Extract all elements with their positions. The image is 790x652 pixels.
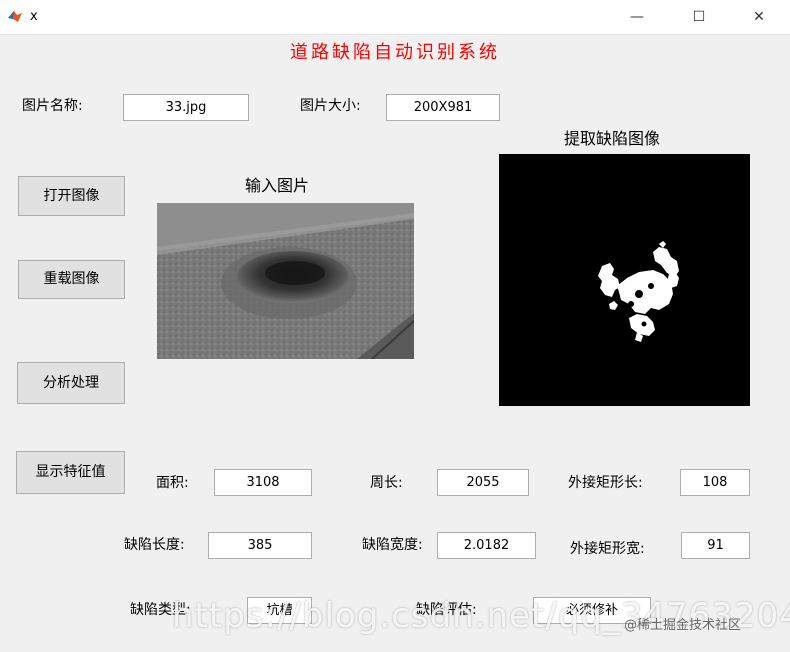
input-image-title: 输入图片: [245, 176, 310, 195]
bbox-length-field[interactable]: 108: [680, 469, 750, 496]
perimeter-label: 周长:: [370, 475, 403, 491]
defect-width-field[interactable]: 2.0182: [437, 532, 536, 559]
image-name-field[interactable]: 33.jpg: [123, 94, 249, 121]
extract-image-title: 提取缺陷图像: [564, 129, 661, 148]
open-image-button[interactable]: 打开图像: [18, 176, 125, 216]
minimize-button[interactable]: —: [614, 0, 660, 34]
maximize-button[interactable]: ☐: [676, 0, 722, 34]
defect-length-label: 缺陷长度:: [124, 537, 185, 553]
area-field[interactable]: 3108: [214, 469, 312, 496]
reload-image-button[interactable]: 重载图像: [18, 260, 125, 299]
show-features-button[interactable]: 显示特征值: [16, 451, 125, 494]
area-label: 面积:: [156, 475, 189, 491]
close-button[interactable]: ✕: [736, 0, 782, 34]
image-size-label: 图片大小:: [300, 98, 361, 114]
extracted-defect-image: [499, 154, 750, 406]
perimeter-field[interactable]: 2055: [437, 469, 529, 496]
window-title: x: [30, 9, 38, 24]
watermark-credit: @稀土掘金技术社区: [624, 618, 742, 633]
image-size-field[interactable]: 200X981: [386, 94, 500, 121]
defect-width-label: 缺陷宽度:: [362, 537, 423, 553]
bbox-width-field[interactable]: 91: [681, 532, 750, 559]
input-image: [157, 203, 414, 359]
analyze-button[interactable]: 分析处理: [17, 362, 125, 404]
window-titlebar: x — ☐ ✕: [0, 0, 790, 35]
bbox-length-label: 外接矩形长:: [568, 475, 643, 491]
app-title: 道路缺陷自动识别系统: [290, 42, 500, 63]
bbox-width-label: 外接矩形宽:: [570, 541, 645, 557]
defect-length-field[interactable]: 385: [208, 532, 312, 559]
matlab-icon: [8, 11, 22, 22]
image-name-label: 图片名称:: [22, 98, 83, 114]
